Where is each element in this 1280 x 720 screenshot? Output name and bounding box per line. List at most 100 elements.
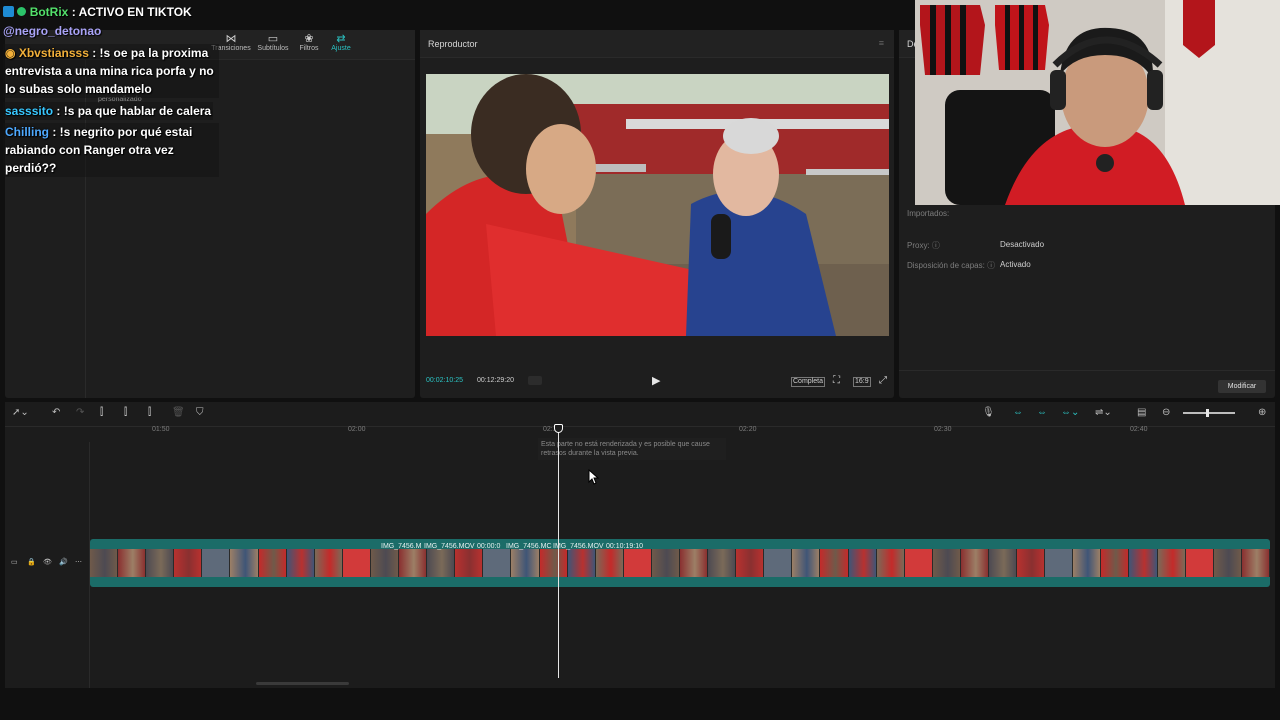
trim-left-icon[interactable]: ⫿: [124, 407, 127, 418]
track-thumbnail: [1017, 549, 1046, 577]
ruler-label: 02:30: [934, 426, 952, 433]
track-thumbnail: [679, 549, 709, 577]
track-thumbnail: [623, 549, 652, 577]
link-clips-icon[interactable]: ⇔: [1037, 407, 1047, 418]
track-more-icon[interactable]: ⋯: [75, 558, 82, 566]
redo-icon[interactable]: ↷: [76, 407, 84, 418]
clip-label: IMG_7456.MOV: [424, 543, 475, 550]
tab-adjust[interactable]: ⇄ Ajuste: [321, 32, 361, 52]
delete-icon[interactable]: 🗑: [172, 407, 185, 418]
track-thumbnail: [370, 549, 400, 577]
bot-sep: :: [71, 5, 76, 19]
adjust-icon: ⇄: [336, 33, 346, 45]
track-thumbnail: [427, 549, 456, 577]
player-header: Reproductor: [420, 30, 894, 58]
ruler-label: 02:40: [1130, 426, 1148, 433]
track-audio-icon[interactable]: 🔊: [59, 558, 68, 566]
timecode-toggle-icon[interactable]: [528, 376, 542, 385]
track-thumbnail: [1157, 549, 1186, 577]
undo-icon[interactable]: ↶: [52, 407, 60, 418]
chat-message: Chilling : !s negrito por qué estai rabi…: [3, 123, 219, 177]
track-thumbnail: [736, 549, 765, 577]
kick-icon: [3, 6, 14, 17]
app-window: ⋈ Transiciones ▭ Subtítulos ❀ Filtros ⇄ …: [0, 0, 1280, 720]
track-thumbnail: [1185, 549, 1214, 577]
track-thumbnail: [118, 549, 147, 577]
zoom-out-icon[interactable]: ⊖: [1162, 407, 1170, 418]
zoom-slider-thumb[interactable]: [1206, 409, 1209, 417]
modify-button[interactable]: Modificar: [1218, 380, 1266, 393]
mention-text: @negro_detonao: [3, 24, 102, 38]
clip-label: IMG_7456.MC: [506, 543, 552, 550]
imported-label: Importados:: [907, 209, 950, 218]
total-time: 00:12:29:20: [477, 377, 514, 384]
zoom-in-icon[interactable]: ⊕: [1258, 407, 1266, 418]
select-tool-icon[interactable]: ➚⌄: [12, 407, 29, 418]
track-thumbnail: [539, 549, 568, 577]
mic-icon[interactable]: 🎙: [982, 407, 995, 418]
trim-right-icon[interactable]: ⫿: [148, 407, 151, 418]
track-thumbnail: [511, 549, 540, 577]
webcam-frame: [915, 0, 1280, 205]
play-button[interactable]: ▶: [652, 374, 660, 387]
track-thumbnail: [1241, 549, 1270, 577]
video-track[interactable]: [90, 539, 1270, 587]
tab-adjust-label: Ajuste: [331, 45, 351, 52]
track-thumbnail: [146, 549, 175, 577]
playhead-handle[interactable]: [554, 424, 563, 433]
track-thumbnail: [567, 549, 596, 577]
link-main-icon[interactable]: ⇔: [1013, 407, 1023, 418]
caption-icon[interactable]: ▤: [1137, 407, 1146, 418]
chat-text: : !s pa que hablar de calera: [56, 104, 212, 118]
fullscreen-icon[interactable]: ⤢: [879, 375, 887, 386]
layers-label: Disposición de capas: ⓘ: [907, 261, 996, 270]
subtitles-icon: ▭: [267, 33, 279, 45]
track-thumbnail: [483, 549, 512, 577]
zoom-slider[interactable]: [1183, 409, 1235, 417]
tab-subtitles[interactable]: ▭ Subtítulos: [253, 32, 293, 52]
track-thumbnail: [399, 549, 428, 577]
badge-icon: ◉: [5, 46, 16, 60]
player-menu-icon[interactable]: ≡: [879, 38, 884, 48]
track-thumbnail: [286, 549, 315, 577]
split-icon[interactable]: ⫿: [100, 407, 103, 418]
chat-message: sasssito : !s pa que hablar de calera: [3, 102, 214, 120]
bot-name: BotRix: [29, 5, 69, 19]
ratio-button[interactable]: 16:9: [853, 377, 871, 387]
track-thumbnail: [1213, 549, 1242, 577]
track-lock-icon[interactable]: 🔒: [27, 558, 36, 566]
track-thumbnail: [876, 549, 905, 577]
track-thumbnail: [792, 549, 821, 577]
quality-button[interactable]: Completa: [791, 377, 825, 387]
track-thumbnails: [90, 549, 1270, 577]
bot-message: ACTIVO EN TIKTOK: [78, 5, 192, 19]
clip-label: IMG_7456.MOV: [553, 543, 604, 550]
track-thumbnail: [651, 549, 680, 577]
track-visibility-icon[interactable]: 👁: [43, 558, 52, 566]
verified-icon: [17, 7, 27, 16]
clip-label: 00:00:0: [477, 543, 501, 550]
ruler-label: 02:00: [348, 426, 366, 433]
layers-value: Activado: [1000, 260, 1031, 269]
video-preview[interactable]: [426, 74, 889, 336]
chat-user: sasssito: [5, 104, 54, 118]
track-thumbnail: [258, 549, 287, 577]
chat-message: ◉ Xbvstiansss : !s oe pa la proxima entr…: [3, 44, 219, 98]
snap-icon[interactable]: ⇔⌄: [1061, 407, 1079, 418]
track-thumbnail: [1073, 549, 1102, 577]
info-icon[interactable]: ⓘ: [987, 261, 995, 270]
track-thumbnail: [202, 549, 231, 577]
screenshot-icon[interactable]: ⛶: [833, 375, 840, 386]
track-thumbnail: [455, 549, 484, 577]
track-thumbnail: [764, 549, 793, 577]
track-thumbnail: [595, 549, 624, 577]
shield-icon[interactable]: ⛉: [196, 407, 204, 418]
track-cover-icon[interactable]: ▭: [11, 558, 18, 566]
timeline-scrollbar[interactable]: [256, 682, 349, 685]
track-thumbnail: [708, 549, 737, 577]
preview-axis-icon[interactable]: ⇌⌄: [1095, 407, 1112, 418]
info-icon[interactable]: ⓘ: [932, 241, 940, 250]
playhead[interactable]: [558, 425, 559, 678]
clip-label: IMG_7456.M: [381, 543, 422, 550]
ruler-label: 02:20: [739, 426, 757, 433]
